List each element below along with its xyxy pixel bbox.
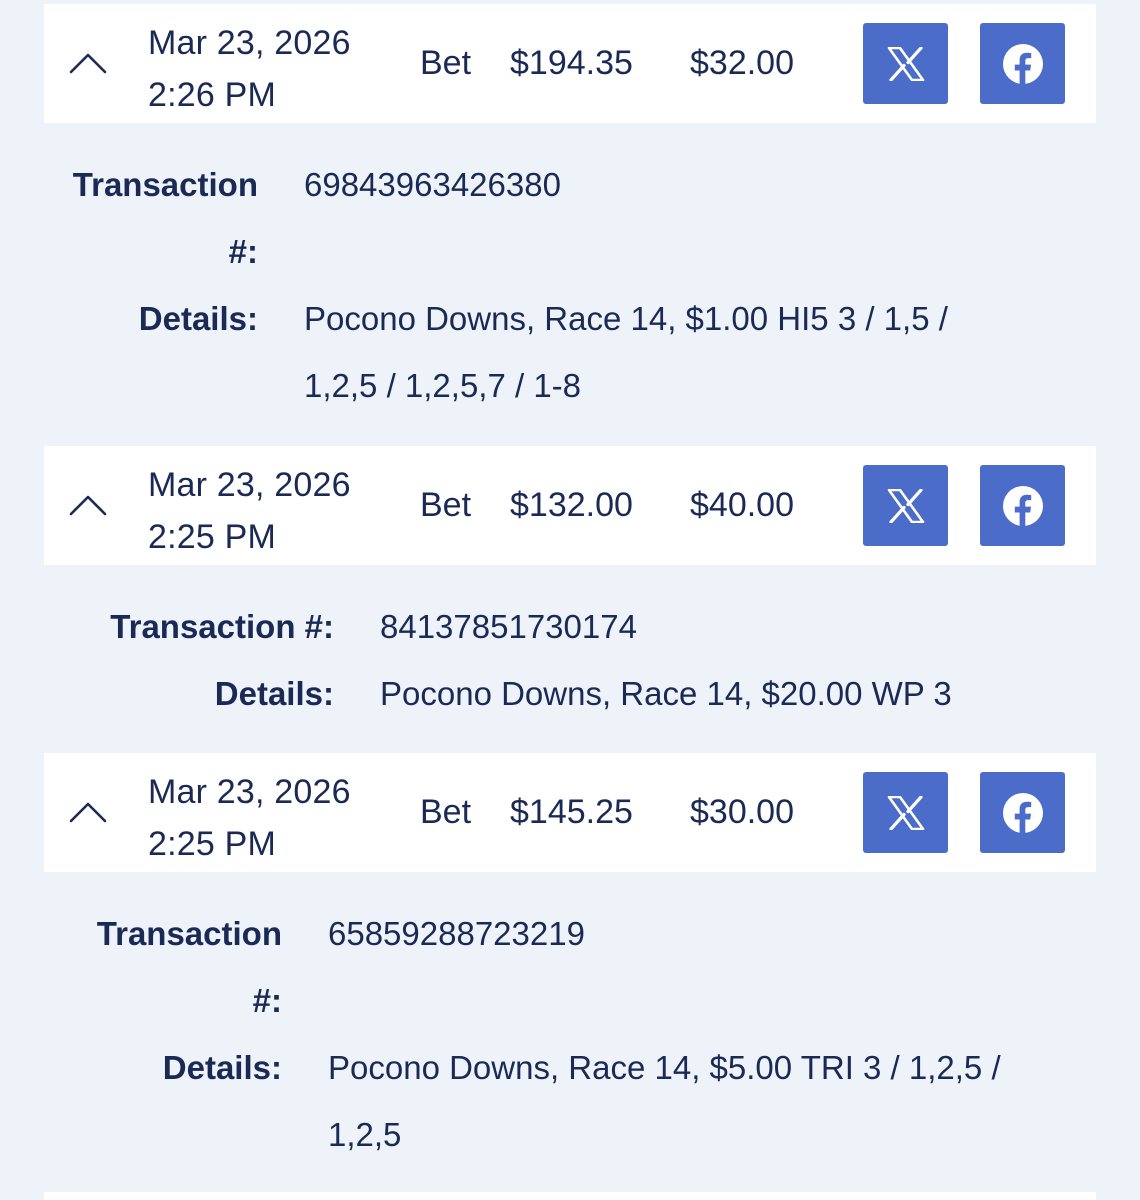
share-x-button[interactable] (863, 772, 948, 853)
details-value: Pocono Downs, Race 14, $5.00 TRI 3 / 1,2… (328, 1049, 1001, 1086)
transaction-time: 2:26 PM (148, 76, 277, 114)
next-transaction-header-edge (44, 1192, 1096, 1200)
transaction-type: Bet (420, 44, 472, 82)
transaction-datetime: Mar 23, 2026 2:25 PM (148, 459, 351, 563)
facebook-icon (1002, 792, 1043, 834)
transaction-time: 2:25 PM (148, 518, 277, 556)
transaction-date: Mar 23, 2026 (148, 24, 351, 62)
transaction-details: Transaction #: 84137851730174 Details: P… (44, 565, 1096, 753)
transaction-amount: $194.35 (510, 44, 633, 82)
chevron-up-icon[interactable] (68, 493, 108, 517)
x-logo-icon (887, 46, 924, 81)
share-facebook-button[interactable] (980, 772, 1065, 853)
details-value: Pocono Downs, Race 14, $1.00 HI5 3 / 1,5… (304, 300, 948, 337)
share-facebook-button[interactable] (980, 23, 1065, 104)
x-logo-icon (887, 795, 924, 830)
transaction-header[interactable]: Mar 23, 2026 2:25 PM Bet $132.00 $40.00 (44, 446, 1096, 565)
share-facebook-button[interactable] (980, 465, 1065, 546)
transaction-date: Mar 23, 2026 (148, 773, 351, 811)
transaction-number: 84137851730174 (380, 608, 637, 645)
transaction-number-label-suffix: #: (228, 233, 258, 270)
transaction-header[interactable]: Mar 23, 2026 2:26 PM Bet $194.35 $32.00 (44, 4, 1096, 123)
transaction-list: Mar 23, 2026 2:26 PM Bet $194.35 $32.00 … (44, 0, 1096, 1193)
share-x-button[interactable] (863, 23, 948, 104)
details-value-continued: 1,2,5 / 1,2,5,7 / 1-8 (304, 367, 582, 404)
facebook-icon (1002, 485, 1043, 527)
transaction-type: Bet (420, 486, 472, 524)
transaction-stake: $30.00 (690, 793, 794, 831)
transaction-datetime: Mar 23, 2026 2:25 PM (148, 766, 351, 870)
transaction-number: 69843963426380 (304, 166, 561, 203)
transaction-number-label: Transaction (96, 915, 282, 952)
transaction-number-label: Transaction #: (110, 608, 334, 645)
transaction-number-label: Transaction (72, 166, 258, 203)
transaction-type: Bet (420, 793, 472, 831)
transaction-amount: $145.25 (510, 793, 633, 831)
x-logo-icon (887, 488, 924, 523)
details-value-continued: 1,2,5 (328, 1116, 402, 1153)
transaction-details: Transaction #: 69843963426380 Details: P… (44, 123, 1096, 446)
transaction-date: Mar 23, 2026 (148, 466, 351, 504)
transaction-time: 2:25 PM (148, 825, 277, 863)
chevron-up-icon[interactable] (68, 51, 108, 75)
details-label: Details: (214, 675, 334, 712)
details-label: Details: (138, 300, 258, 337)
transaction-stake: $40.00 (690, 486, 794, 524)
transaction-stake: $32.00 (690, 44, 794, 82)
transaction-number-label-suffix: #: (252, 982, 282, 1019)
details-label: Details: (162, 1049, 282, 1086)
details-value: Pocono Downs, Race 14, $20.00 WP 3 (380, 675, 952, 712)
share-x-button[interactable] (863, 465, 948, 546)
transaction-number: 65859288723219 (328, 915, 585, 952)
facebook-icon (1002, 43, 1043, 85)
transaction-header[interactable]: Mar 23, 2026 2:25 PM Bet $145.25 $30.00 (44, 753, 1096, 872)
transaction-datetime: Mar 23, 2026 2:26 PM (148, 17, 351, 121)
transaction-amount: $132.00 (510, 486, 633, 524)
chevron-up-icon[interactable] (68, 800, 108, 824)
transaction-details: Transaction #: 65859288723219 Details: P… (44, 872, 1096, 1193)
